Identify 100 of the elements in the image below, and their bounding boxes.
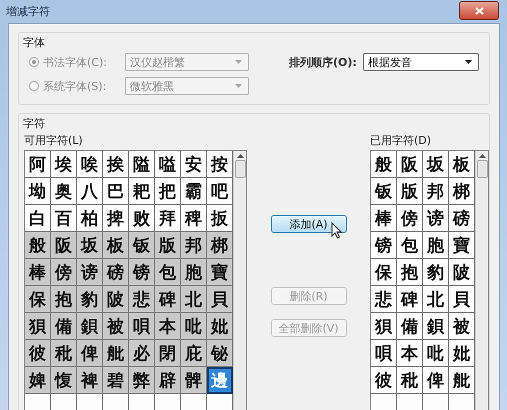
character-cell[interactable]: 板 bbox=[449, 151, 475, 178]
scrollbar-thumb[interactable] bbox=[476, 160, 488, 178]
character-cell[interactable]: 陂 bbox=[103, 286, 129, 313]
character-cell[interactable]: 棒 bbox=[371, 205, 397, 232]
character-cell[interactable]: 百 bbox=[51, 205, 77, 232]
character-cell[interactable]: 奥 bbox=[51, 178, 77, 205]
character-cell[interactable]: 镑 bbox=[371, 232, 397, 259]
character-cell[interactable]: 舭 bbox=[103, 340, 129, 367]
character-cell[interactable]: 磅 bbox=[449, 205, 475, 232]
character-cell[interactable]: 本 bbox=[155, 313, 181, 340]
character-cell[interactable]: 髀 bbox=[181, 367, 207, 394]
character-cell[interactable]: 悲 bbox=[371, 286, 397, 313]
character-cell[interactable]: 陂 bbox=[449, 259, 475, 286]
character-cell[interactable]: 版 bbox=[155, 232, 181, 259]
character-cell[interactable]: 把 bbox=[155, 178, 181, 205]
character-cell[interactable]: 挨 bbox=[103, 151, 129, 178]
action-button[interactable]: 添加(A) bbox=[270, 215, 346, 233]
character-cell[interactable]: 抱 bbox=[397, 259, 423, 286]
character-cell[interactable]: 柏 bbox=[77, 205, 103, 232]
character-cell[interactable]: 貝 bbox=[449, 286, 475, 313]
character-cell[interactable]: 唉 bbox=[77, 151, 103, 178]
character-cell[interactable]: 秕 bbox=[397, 367, 423, 394]
character-cell[interactable]: 辟 bbox=[155, 367, 181, 394]
character-cell[interactable]: 備 bbox=[51, 313, 77, 340]
character-cell[interactable]: 庇 bbox=[181, 340, 207, 367]
character-cell[interactable]: 版 bbox=[397, 178, 423, 205]
character-cell[interactable]: 彼 bbox=[25, 340, 51, 367]
character-cell[interactable]: 按 bbox=[207, 151, 233, 178]
character-cell[interactable]: 钣 bbox=[371, 178, 397, 205]
character-cell[interactable]: 稗 bbox=[181, 205, 207, 232]
character-cell[interactable]: 豹 bbox=[77, 286, 103, 313]
character-cell[interactable]: 胞 bbox=[181, 259, 207, 286]
character-cell[interactable]: 铋 bbox=[207, 340, 233, 367]
character-cell[interactable]: 埃 bbox=[51, 151, 77, 178]
character-cell[interactable]: 狽 bbox=[371, 313, 397, 340]
character-cell[interactable]: 捭 bbox=[103, 205, 129, 232]
character-cell[interactable]: 般 bbox=[371, 151, 397, 178]
character-cell[interactable]: 悲 bbox=[129, 286, 155, 313]
character-cell[interactable]: 愎 bbox=[51, 367, 77, 394]
character-cell[interactable]: 秕 bbox=[51, 340, 77, 367]
character-cell[interactable]: 谤 bbox=[77, 259, 103, 286]
character-cell[interactable]: 碑 bbox=[397, 286, 423, 313]
character-cell[interactable]: 吧 bbox=[207, 178, 233, 205]
character-cell[interactable]: 败 bbox=[129, 205, 155, 232]
character-cell[interactable]: 被 bbox=[449, 313, 475, 340]
character-cell[interactable]: 舭 bbox=[449, 367, 475, 394]
character-cell[interactable]: 保 bbox=[371, 259, 397, 286]
character-cell[interactable]: 傍 bbox=[397, 205, 423, 232]
character-cell[interactable]: 梆 bbox=[207, 232, 233, 259]
character-cell[interactable]: 阪 bbox=[397, 151, 423, 178]
character-cell[interactable]: 妣 bbox=[449, 340, 475, 367]
character-cell[interactable]: 寶 bbox=[207, 259, 233, 286]
character-cell[interactable]: 碧 bbox=[103, 367, 129, 394]
character-cell[interactable]: 磅 bbox=[103, 259, 129, 286]
character-cell[interactable]: 閉 bbox=[155, 340, 181, 367]
character-cell[interactable]: 谤 bbox=[423, 205, 449, 232]
sort-dropdown[interactable]: 根据发音 bbox=[362, 53, 479, 71]
character-cell[interactable]: 胞 bbox=[423, 232, 449, 259]
character-cell[interactable]: 阿 bbox=[25, 151, 51, 178]
character-cell[interactable]: 拜 bbox=[155, 205, 181, 232]
character-cell[interactable]: 般 bbox=[25, 232, 51, 259]
character-cell[interactable]: 唄 bbox=[129, 313, 155, 340]
character-cell[interactable]: 被 bbox=[103, 313, 129, 340]
character-cell[interactable]: 裨 bbox=[77, 367, 103, 394]
character-cell[interactable]: 吡 bbox=[181, 313, 207, 340]
character-cell[interactable]: 俾 bbox=[423, 367, 449, 394]
character-cell[interactable]: 豹 bbox=[423, 259, 449, 286]
character-cell[interactable]: 弊 bbox=[129, 367, 155, 394]
character-cell[interactable]: 邦 bbox=[423, 178, 449, 205]
character-cell[interactable]: 貝 bbox=[207, 286, 233, 313]
character-cell[interactable]: 耙 bbox=[129, 178, 155, 205]
character-cell[interactable]: 吡 bbox=[423, 340, 449, 367]
character-cell[interactable]: 本 bbox=[397, 340, 423, 367]
character-cell[interactable]: 狽 bbox=[25, 313, 51, 340]
character-cell[interactable]: 包 bbox=[397, 232, 423, 259]
character-cell[interactable]: 棒 bbox=[25, 259, 51, 286]
character-cell[interactable]: 钣 bbox=[129, 232, 155, 259]
character-cell[interactable]: 抱 bbox=[51, 286, 77, 313]
character-cell[interactable]: 北 bbox=[181, 286, 207, 313]
scrollbar[interactable] bbox=[233, 151, 246, 410]
character-cell[interactable]: 邦 bbox=[181, 232, 207, 259]
character-cell[interactable]: 必 bbox=[129, 340, 155, 367]
character-cell[interactable]: 阪 bbox=[51, 232, 77, 259]
character-cell[interactable]: 霸 bbox=[181, 178, 207, 205]
character-cell[interactable]: 備 bbox=[397, 313, 423, 340]
character-cell[interactable]: 包 bbox=[155, 259, 181, 286]
character-cell[interactable]: 八 bbox=[77, 178, 103, 205]
character-cell[interactable]: 保 bbox=[25, 286, 51, 313]
character-cell[interactable]: 彼 bbox=[371, 367, 397, 394]
character-cell[interactable]: 俾 bbox=[77, 340, 103, 367]
character-cell[interactable]: 板 bbox=[103, 232, 129, 259]
scrollbar[interactable] bbox=[475, 151, 488, 410]
character-cell[interactable]: 傍 bbox=[51, 259, 77, 286]
character-cell[interactable]: 邊 bbox=[207, 367, 233, 394]
character-cell[interactable]: 妣 bbox=[207, 313, 233, 340]
close-button[interactable] bbox=[459, 1, 499, 20]
character-cell[interactable]: 婢 bbox=[25, 367, 51, 394]
character-cell[interactable]: 扳 bbox=[207, 205, 233, 232]
character-cell[interactable]: 安 bbox=[181, 151, 207, 178]
character-cell[interactable]: 坳 bbox=[25, 178, 51, 205]
